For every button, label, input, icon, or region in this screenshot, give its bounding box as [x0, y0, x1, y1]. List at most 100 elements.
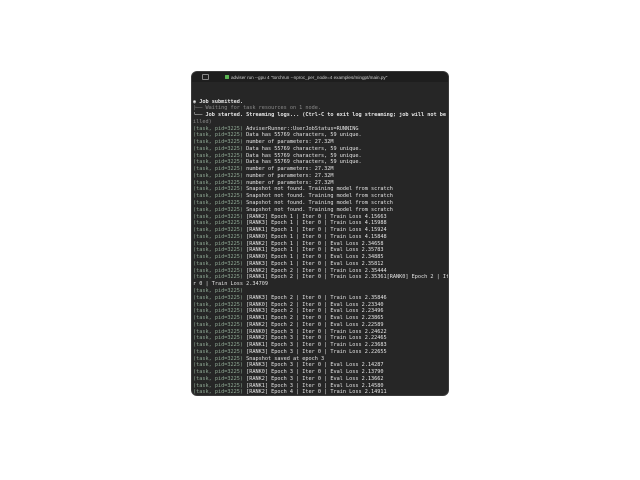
log-line: (task, pid=3225) Data has 55769 characte…	[193, 153, 448, 160]
log-line: (task, pid=3225) Data has 55769 characte…	[193, 146, 448, 153]
log-prefix: (task, pid=3225)	[193, 193, 247, 200]
log-line: illed)	[193, 119, 448, 126]
log-prefix: (task, pid=3225)	[193, 267, 247, 274]
log-line: ◉ Job submitted.	[193, 99, 448, 106]
log-text: [RANK0] Epoch 2 | Iter 0 | Eval Loss 2.2…	[246, 301, 384, 308]
log-text: ◉ Job submitted.	[193, 98, 243, 105]
log-text: Data has 55769 characters, 59 unique.	[246, 145, 362, 152]
log-prefix: (task, pid=3225)	[193, 206, 247, 213]
log-line: (task, pid=3225) [RANK2] Epoch 3 | Iter …	[193, 376, 448, 383]
log-text: [RANK2] Epoch 4 | Iter 0 | Train Loss 2.…	[246, 389, 387, 395]
log-text: Snapshot not found. Training model from …	[246, 193, 393, 200]
log-line: (task, pid=3225)	[193, 288, 448, 295]
log-line: (task, pid=3225) [RANK2] Epoch 2 | Iter …	[193, 268, 448, 275]
log-line: (task, pid=3225) [RANK3] Epoch 2 | Iter …	[193, 295, 448, 302]
log-line: (task, pid=3225) Snapshot not found. Tra…	[193, 200, 448, 207]
log-line: └── Job started. Streaming logs... (Ctrl…	[193, 112, 448, 119]
log-line: (task, pid=3225) Snapshot not found. Tra…	[193, 186, 448, 193]
log-prefix: (task, pid=3225)	[193, 274, 247, 281]
log-prefix: (task, pid=3225)	[193, 382, 247, 389]
log-prefix: (task, pid=3225)	[193, 200, 247, 207]
tab-title: adviser run --gpu 4 "torchrun --nproc_pe…	[231, 74, 388, 80]
log-prefix: (task, pid=3225)	[193, 179, 247, 186]
log-line: (task, pid=3225) [RANK1] Epoch 2 | Iter …	[193, 274, 448, 281]
log-line: (task, pid=3225) [RANK0] Epoch 1 | Iter …	[193, 254, 448, 261]
log-text: [RANK3] Epoch 2 | Iter 0 | Train Loss 2.…	[246, 294, 387, 301]
log-prefix: (task, pid=3225)	[193, 308, 247, 315]
log-line: (task, pid=3225) [RANK3] Epoch 2 | Iter …	[193, 308, 448, 315]
log-line: (task, pid=3225) [RANK3] Epoch 3 | Iter …	[193, 349, 448, 356]
log-prefix: (task, pid=3225)	[193, 247, 247, 254]
log-prefix: (task, pid=3225)	[193, 152, 247, 159]
log-line: ├── Waiting for task resources on 1 node…	[193, 105, 448, 112]
log-text: [RANK3] Epoch 3 | Iter 0 | Train Loss 2.…	[246, 348, 387, 355]
log-line: (task, pid=3225) [RANK2] Epoch 1 | Iter …	[193, 214, 448, 221]
log-line: (task, pid=3225) [RANK2] Epoch 1 | Iter …	[193, 241, 448, 248]
terminal-icon[interactable]	[202, 74, 209, 80]
log-text: [RANK0] Epoch 1 | Iter 0 | Eval Loss 2.3…	[246, 254, 384, 261]
log-text: [RANK2] Epoch 3 | Iter 0 | Train Loss 2.…	[246, 335, 387, 342]
log-line: (task, pid=3225) [RANK3] Epoch 3 | Iter …	[193, 362, 448, 369]
log-line: (task, pid=3225) number of parameters: 2…	[193, 173, 448, 180]
log-prefix: (task, pid=3225)	[193, 342, 247, 349]
log-text: Snapshot saved at epoch 3	[246, 355, 325, 362]
log-line: (task, pid=3225) AdviserRunner::UserJobS…	[193, 126, 448, 133]
log-line: (task, pid=3225) [RANK1] Epoch 3 | Iter …	[193, 383, 448, 390]
log-text: number of parameters: 27.32M	[246, 172, 334, 179]
log-text: [RANK3] Epoch 2 | Iter 0 | Eval Loss 2.2…	[246, 308, 384, 315]
log-line: (task, pid=3225) [RANK1] Epoch 2 | Iter …	[193, 315, 448, 322]
log-prefix: (task, pid=3225)	[193, 287, 243, 294]
log-line: (task, pid=3225) Snapshot not found. Tra…	[193, 207, 448, 214]
log-text: [RANK1] Epoch 2 | Iter 0 | Train Loss 2.…	[246, 274, 448, 281]
log-text: Snapshot not found. Training model from …	[246, 200, 393, 207]
log-line: (task, pid=3225) [RANK0] Epoch 3 | Iter …	[193, 329, 448, 336]
log-prefix: (task, pid=3225)	[193, 369, 247, 376]
log-text: └── Job started. Streaming logs... (Ctrl…	[193, 112, 448, 119]
log-prefix: (task, pid=3225)	[193, 315, 247, 322]
log-prefix: (task, pid=3225)	[193, 294, 247, 301]
log-line: (task, pid=3225) [RANK2] Epoch 3 | Iter …	[193, 335, 448, 342]
terminal-tab[interactable]: adviser run --gpu 4 "torchrun --nproc_pe…	[225, 75, 387, 80]
log-line: (task, pid=3225) Data has 55769 characte…	[193, 159, 448, 166]
log-text: [RANK2] Epoch 1 | Iter 0 | Train Loss 4.…	[246, 213, 387, 220]
log-text: [RANK1] Epoch 2 | Iter 0 | Eval Loss 2.2…	[246, 315, 384, 322]
log-prefix: (task, pid=3225)	[193, 186, 247, 193]
log-text: Data has 55769 characters, 59 unique.	[246, 132, 362, 139]
log-text: [RANK0] Epoch 1 | Iter 0 | Train Loss 4.…	[246, 233, 387, 240]
log-prefix: (task, pid=3225)	[193, 172, 247, 179]
log-line: (task, pid=3225) [RANK0] Epoch 1 | Iter …	[193, 234, 448, 241]
log-prefix: (task, pid=3225)	[193, 389, 247, 395]
log-line: (task, pid=3225) [RANK1] Epoch 1 | Iter …	[193, 247, 448, 254]
log-line: (task, pid=3225) [RANK0] Epoch 2 | Iter …	[193, 302, 448, 309]
log-prefix: (task, pid=3225)	[193, 335, 247, 342]
log-prefix: (task, pid=3225)	[193, 348, 247, 355]
log-text: [RANK1] Epoch 3 | Iter 0 | Train Loss 2.…	[246, 342, 387, 349]
tab-status-icon	[225, 75, 229, 79]
log-prefix: (task, pid=3225)	[193, 240, 247, 247]
log-text: Data has 55769 characters, 59 unique.	[246, 159, 362, 166]
log-line: r 0 | Train Loss 2.34709	[193, 281, 448, 288]
log-line: (task, pid=3225) [RANK1] Epoch 3 | Iter …	[193, 342, 448, 349]
log-text: number of parameters: 27.32M	[246, 179, 334, 186]
log-prefix: (task, pid=3225)	[193, 227, 247, 234]
log-line: (task, pid=3225) [RANK0] Epoch 3 | Iter …	[193, 369, 448, 376]
log-text: [RANK2] Epoch 2 | Iter 0 | Eval Loss 2.2…	[246, 321, 384, 328]
log-line: (task, pid=3225) number of parameters: 2…	[193, 180, 448, 187]
log-prefix: (task, pid=3225)	[193, 321, 247, 328]
log-prefix: (task, pid=3225)	[193, 132, 247, 139]
log-text: [RANK3] Epoch 3 | Iter 0 | Eval Loss 2.1…	[246, 362, 384, 369]
log-prefix: (task, pid=3225)	[193, 166, 247, 173]
log-prefix: (task, pid=3225)	[193, 145, 247, 152]
log-text: [RANK0] Epoch 3 | Iter 0 | Eval Loss 2.1…	[246, 369, 384, 376]
log-prefix: (task, pid=3225)	[193, 139, 247, 146]
title-bar: adviser run --gpu 4 "torchrun --nproc_pe…	[192, 72, 448, 82]
log-line: (task, pid=3225) [RANK2] Epoch 4 | Iter …	[193, 389, 448, 395]
log-prefix: (task, pid=3225)	[193, 362, 247, 369]
log-text: Data has 55769 characters, 59 unique.	[246, 152, 362, 159]
log-text: [RANK2] Epoch 2 | Iter 0 | Train Loss 2.…	[246, 267, 387, 274]
log-prefix: (task, pid=3225)	[193, 233, 247, 240]
log-line: (task, pid=3225) [RANK3] Epoch 1 | Iter …	[193, 261, 448, 268]
terminal-output[interactable]: ◉ Job submitted. ├── Waiting for task res…	[193, 85, 448, 395]
log-prefix: (task, pid=3225)	[193, 328, 247, 335]
log-prefix: (task, pid=3225)	[193, 159, 247, 166]
